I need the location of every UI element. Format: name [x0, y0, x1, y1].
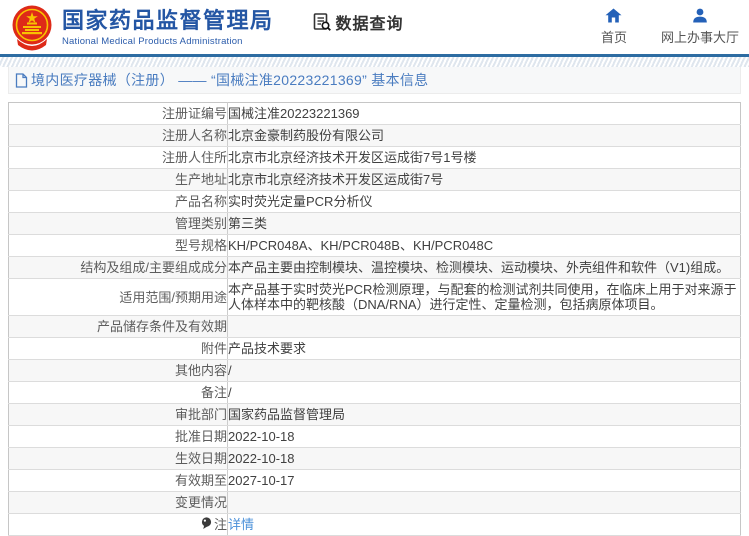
row-label: 生产地址 [8, 168, 228, 191]
table-row: 注册证编号 国械注准20223221369 [8, 102, 741, 125]
row-value: 本产品基于实时荧光PCR检测原理，与配套的检测试剂共同使用，在临床上用于对来源于… [227, 278, 741, 316]
data-query-label: 数据查询 [335, 16, 404, 33]
row-value: 国械注准20223221369 [227, 102, 741, 125]
nav-home[interactable]: 首页 [601, 8, 627, 46]
table-row: 备注 / [8, 381, 741, 404]
row-value [227, 491, 741, 514]
row-value: 北京市北京经济技术开发区运成街7号1号楼 [227, 146, 741, 169]
top-nav: 首页 网上办事大厅 [567, 8, 739, 46]
row-label: 备注 [8, 381, 228, 404]
info-table-body: 注册证编号 国械注准20223221369 注册人名称 北京金豪制药股份有限公司 注册人… [8, 102, 741, 536]
table-row: 产品名称 实时荧光定量PCR分析仪 [8, 190, 741, 213]
table-row: 注册人住所 北京市北京经济技术开发区运成街7号1号楼 [8, 146, 741, 169]
table-row: 其他内容 / [8, 359, 741, 382]
table-row: 生效日期 2022-10-18 [8, 447, 741, 470]
nav-online-service-hall[interactable]: 网上办事大厅 [661, 8, 739, 46]
table-row: 附件 产品技术要求 [8, 337, 741, 360]
row-value: 产品技术要求 [227, 337, 741, 360]
row-label: 生效日期 [8, 447, 228, 470]
row-value: / [227, 381, 741, 404]
registration-info-section: 注册证编号 国械注准20223221369 注册人名称 北京金豪制药股份有限公司 注册人… [8, 102, 741, 536]
home-icon [605, 8, 622, 23]
row-label: 批准日期 [8, 425, 228, 448]
table-row: 注册人名称 北京金豪制药股份有限公司 [8, 124, 741, 147]
detail-link[interactable]: 详情 [228, 517, 254, 532]
table-row: 审批部门 国家药品监督管理局 [8, 403, 741, 426]
nav-home-label: 首页 [600, 30, 627, 45]
table-row: 产品储存条件及有效期 [8, 315, 741, 338]
row-label: 注 [8, 513, 228, 536]
site-title-en: National Medical Products Administration [62, 35, 243, 47]
table-row: 生产地址 北京市北京经济技术开发区运成街7号 [8, 168, 741, 191]
row-label: 型号规格 [8, 234, 228, 257]
data-query-tab[interactable]: 数据查询 [312, 10, 404, 34]
row-value: 2022-10-18 [227, 447, 741, 470]
row-value: 国家药品监督管理局 [227, 403, 741, 426]
row-label: 审批部门 [8, 403, 228, 426]
row-label: 注册证编号 [8, 102, 228, 125]
row-label: 注册人名称 [8, 124, 228, 147]
registration-info-table: 注册证编号 国械注准20223221369 注册人名称 北京金豪制药股份有限公司 注册人… [8, 102, 741, 536]
row-value: KH/PCR048A、KH/PCR048B、KH/PCR048C [227, 234, 741, 257]
row-label: 变更情况 [8, 491, 228, 514]
document-search-icon [313, 13, 331, 31]
row-value: 本产品主要由控制模块、温控模块、检测模块、运动模块、外壳组件和软件（V1)组成。 [227, 256, 741, 279]
row-label: 适用范围/预期用途 [8, 278, 228, 316]
table-row: 注详情 [8, 513, 741, 536]
document-icon [15, 72, 28, 88]
row-value: 北京金豪制药股份有限公司 [227, 124, 741, 147]
table-row: 适用范围/预期用途 本产品基于实时荧光PCR检测原理，与配套的检测试剂共同使用，在… [8, 278, 741, 316]
row-value: 详情 [227, 513, 741, 536]
row-label: 注册人住所 [8, 146, 228, 169]
row-label: 有效期至 [8, 469, 228, 492]
nav-online-service-hall-label: 网上办事大厅 [660, 30, 739, 45]
table-row: 批准日期 2022-10-18 [8, 425, 741, 448]
table-row: 管理类别 第三类 [8, 212, 741, 235]
row-value: 2027-10-17 [227, 469, 741, 492]
hatch-band [0, 57, 749, 67]
user-icon [693, 8, 707, 23]
site-logo[interactable]: 国家药品监督管理局 National Medical Products Admi… [10, 2, 274, 54]
row-value [227, 315, 741, 338]
row-value: / [227, 359, 741, 382]
table-row: 有效期至 2027-10-17 [8, 469, 741, 492]
row-value: 第三类 [227, 212, 741, 235]
row-value: 2022-10-18 [227, 425, 741, 448]
table-row: 变更情况 [8, 491, 741, 514]
row-label: 结构及组成/主要组成成分 [8, 256, 228, 279]
breadcrumb: 境内医疗器械（注册） —— “国械注准20223221369” 基本信息 [8, 67, 741, 94]
site-title-cn: 国家药品监督管理局 [62, 8, 274, 34]
row-label: 产品名称 [8, 190, 228, 213]
row-label: 其他内容 [8, 359, 228, 382]
row-label: 附件 [8, 337, 228, 360]
row-label: 管理类别 [8, 212, 228, 235]
page-header: 国家药品监督管理局 National Medical Products Admi… [0, 0, 749, 54]
row-value: 北京市北京经济技术开发区运成街7号 [227, 168, 741, 191]
national-emblem-icon [12, 5, 52, 51]
row-value: 实时荧光定量PCR分析仪 [227, 190, 741, 213]
row-label: 产品储存条件及有效期 [8, 315, 228, 338]
breadcrumb-text: 境内医疗器械（注册） —— “国械注准20223221369” 基本信息 [31, 72, 429, 88]
table-row: 型号规格 KH/PCR048A、KH/PCR048B、KH/PCR048C [8, 234, 741, 257]
table-row: 结构及组成/主要组成成分 本产品主要由控制模块、温控模块、检测模块、运动模块、外壳… [8, 256, 741, 279]
